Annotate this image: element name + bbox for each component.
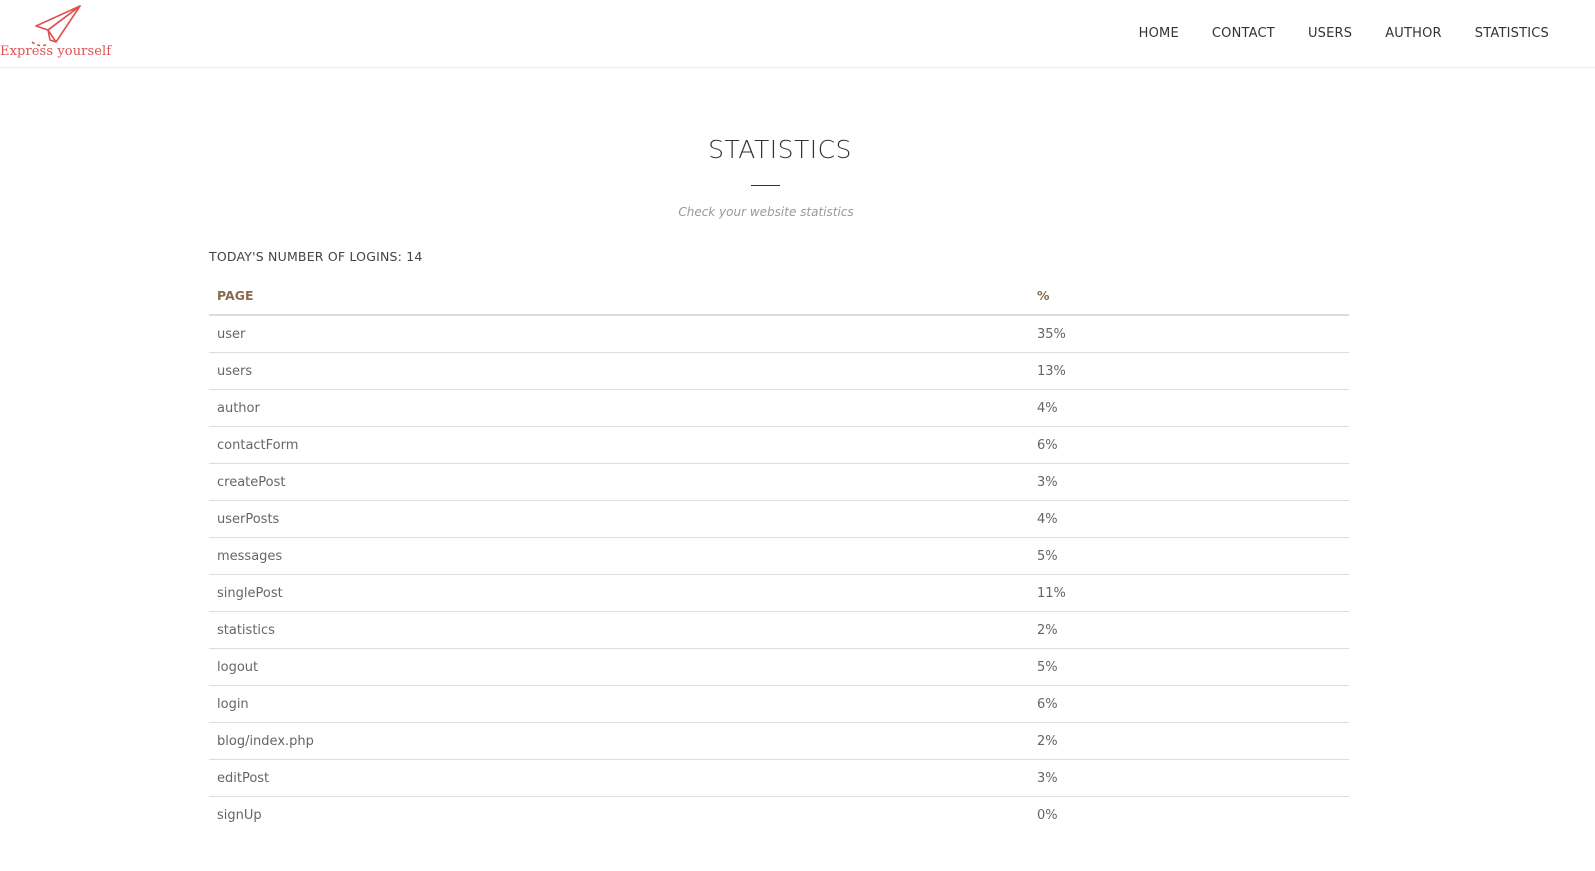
nav-users[interactable]: USERS <box>1308 26 1352 41</box>
page-cell: logout <box>209 648 1029 686</box>
table-header-row: PAGE % <box>209 277 1349 316</box>
title-divider <box>751 185 780 186</box>
table-row: statistics 2% <box>209 611 1349 649</box>
percent-cell: 6% <box>1029 426 1349 464</box>
site-logo[interactable]: Express yourself <box>0 2 120 62</box>
table-row: logout 5% <box>209 648 1349 686</box>
nav-author[interactable]: AUTHOR <box>1385 26 1442 41</box>
page-cell: signUp <box>209 796 1029 833</box>
percent-cell: 0% <box>1029 796 1349 833</box>
percent-cell: 6% <box>1029 685 1349 723</box>
percent-cell: 5% <box>1029 537 1349 575</box>
table-row: signUp 0% <box>209 796 1349 833</box>
page-cell: userPosts <box>209 500 1029 538</box>
percent-cell: 3% <box>1029 759 1349 797</box>
table-row: createPost 3% <box>209 463 1349 501</box>
nav-statistics[interactable]: STATISTICS <box>1475 26 1549 41</box>
percent-cell: 11% <box>1029 574 1349 612</box>
table-row: singlePost 11% <box>209 574 1349 612</box>
percent-cell: 4% <box>1029 389 1349 427</box>
page-cell: author <box>209 389 1029 427</box>
page-cell: editPost <box>209 759 1029 797</box>
percent-cell: 2% <box>1029 722 1349 760</box>
nav-home[interactable]: HOME <box>1139 26 1179 41</box>
table-row: login 6% <box>209 685 1349 723</box>
percent-cell: 13% <box>1029 352 1349 390</box>
percent-cell: 2% <box>1029 611 1349 649</box>
table-row: userPosts 4% <box>209 500 1349 538</box>
table-row: users 13% <box>209 352 1349 390</box>
paper-plane-icon <box>31 5 81 47</box>
table-row: user 35% <box>209 315 1349 353</box>
page-subtitle: Check your website statistics <box>678 205 854 219</box>
table-row: messages 5% <box>209 537 1349 575</box>
table-row: contactForm 6% <box>209 426 1349 464</box>
nav-contact[interactable]: CONTACT <box>1212 26 1275 41</box>
statistics-table: PAGE % user 35% users 13% author 4% cont… <box>209 277 1349 833</box>
column-header-page: PAGE <box>209 277 1029 316</box>
page-cell: contactForm <box>209 426 1029 464</box>
column-header-percent: % <box>1029 277 1349 316</box>
page-cell: singlePost <box>209 574 1029 612</box>
page-cell: users <box>209 352 1029 390</box>
page-cell: login <box>209 685 1029 723</box>
brand-name: Express yourself <box>0 44 112 59</box>
page-title: STATISTICS <box>708 135 852 164</box>
percent-cell: 4% <box>1029 500 1349 538</box>
table-row: editPost 3% <box>209 759 1349 797</box>
percent-cell: 35% <box>1037 326 1066 342</box>
percent-cell: 5% <box>1029 648 1349 686</box>
table-row: author 4% <box>209 389 1349 427</box>
site-header: Express yourself HOME CONTACT USERS AUTH… <box>0 0 1595 68</box>
page-cell: blog/index.php <box>209 722 1029 760</box>
percent-cell: 3% <box>1029 463 1349 501</box>
page-cell: statistics <box>209 611 1029 649</box>
main-nav: HOME CONTACT USERS AUTHOR STATISTICS <box>1106 0 1549 67</box>
page-cell: messages <box>209 537 1029 575</box>
logins-count: TODAY'S NUMBER OF LOGINS: 14 <box>209 249 423 264</box>
table-row: blog/index.php 2% <box>209 722 1349 760</box>
page-cell: user <box>217 326 246 342</box>
page-cell: createPost <box>209 463 1029 501</box>
